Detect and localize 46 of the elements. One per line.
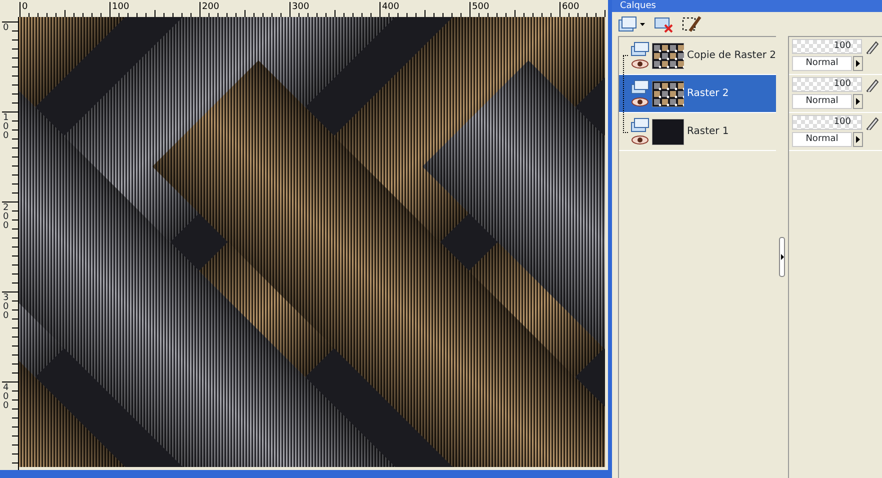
ruler-label: 600 [562, 2, 580, 12]
ruler-label: 0 [3, 24, 10, 33]
splitter-handle[interactable] [779, 237, 785, 277]
ruler-label: 500 [472, 2, 490, 12]
pen-icon[interactable] [865, 116, 879, 130]
ruler-label: 200 [3, 204, 10, 231]
ruler-label: 100 [112, 2, 130, 12]
ruler-label: 400 [382, 2, 400, 12]
eye-icon[interactable] [631, 97, 649, 107]
pattern-thumbnail [652, 42, 684, 68]
delete-layer-icon[interactable] [654, 15, 674, 33]
caret-icon [856, 60, 860, 67]
blend-mode-dropdown[interactable]: Normal [792, 56, 852, 71]
dropdown-arrow-button[interactable] [853, 132, 863, 147]
solid-thumbnail [652, 118, 684, 144]
opacity-field[interactable]: 100 [792, 39, 862, 54]
pen-icon[interactable] [865, 78, 879, 92]
layer-name: Raster 2 [687, 87, 729, 101]
eye-icon[interactable] [631, 59, 649, 69]
layer-name: Raster 1 [687, 125, 729, 139]
dropdown-arrow-button[interactable] [853, 56, 863, 71]
opacity-field[interactable]: 100 [792, 77, 862, 92]
layer-name: Copie de Raster 2 [687, 49, 776, 63]
ruler-label: 300 [3, 294, 10, 321]
caret-icon [856, 136, 860, 143]
ruler-label: 100 [3, 114, 10, 141]
layer-row[interactable]: Raster 1 [619, 113, 776, 151]
new-layer-icon[interactable] [618, 15, 646, 33]
ruler-label: 200 [202, 2, 220, 12]
pattern-thumbnail [652, 80, 684, 106]
layer-type-icon [631, 118, 649, 132]
dropdown-arrow-button[interactable] [853, 94, 863, 109]
blend-mode-dropdown[interactable]: Normal [792, 94, 852, 109]
ruler-label: 0 [22, 2, 28, 12]
eye-icon[interactable] [631, 135, 649, 145]
opacity-field[interactable]: 100 [792, 115, 862, 130]
layer-row[interactable]: Raster 2 [619, 75, 776, 113]
caret-icon [856, 98, 860, 105]
brush-icon[interactable] [682, 15, 702, 33]
blend-mode-dropdown[interactable]: Normal [792, 132, 852, 147]
layer-type-icon [631, 80, 649, 94]
layer-type-icon [631, 42, 649, 56]
ruler-label: 300 [292, 2, 310, 12]
ruler-label: 400 [3, 384, 10, 411]
pen-icon[interactable] [865, 40, 879, 54]
palette-title: Calques [612, 0, 882, 12]
